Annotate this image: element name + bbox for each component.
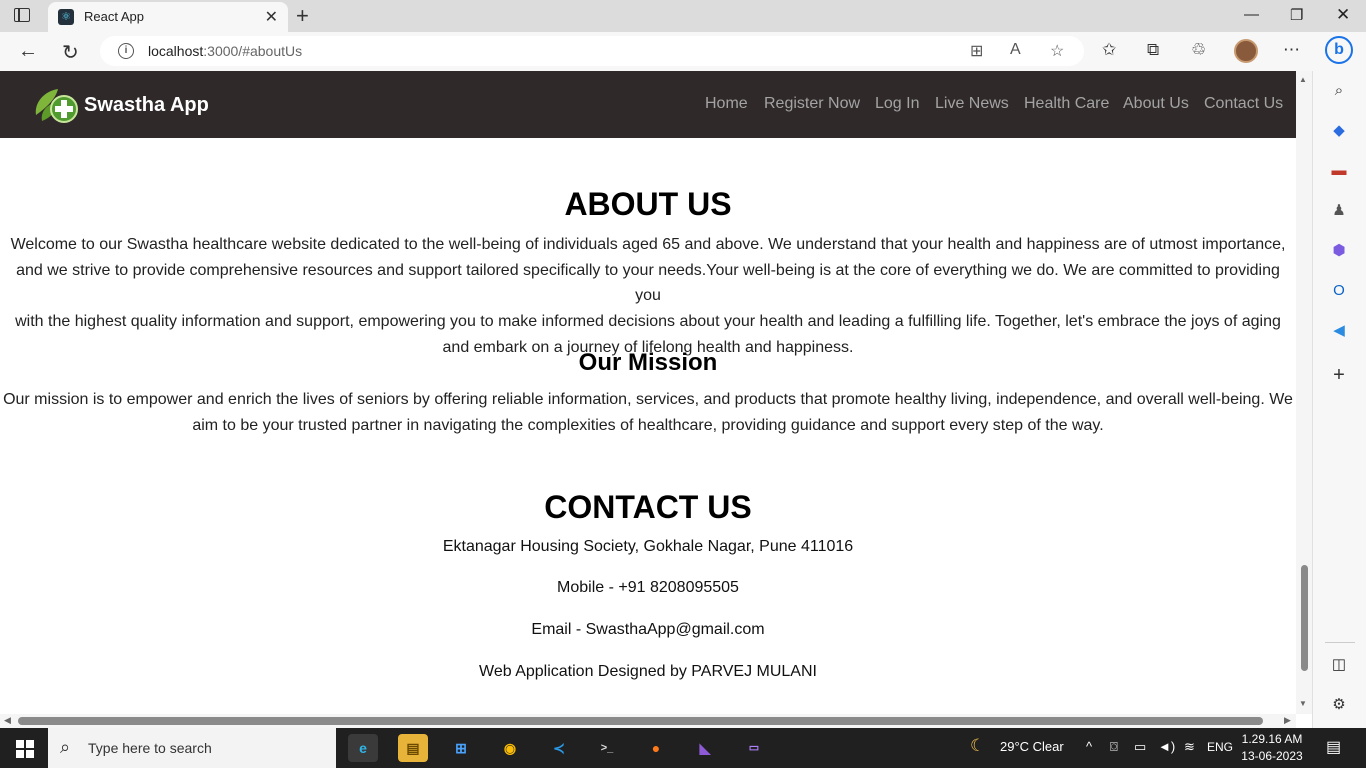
clock-date: 13-06-2023	[1241, 749, 1303, 763]
mission-title: Our Mission	[578, 349, 718, 376]
firefox-icon[interactable]: ●	[641, 734, 671, 762]
nav-about-us[interactable]: About Us	[1123, 95, 1189, 113]
scroll-left-icon[interactable]: ◀	[4, 715, 11, 726]
page-viewport: Swastha App Home Register Now Log In Liv…	[0, 71, 1296, 714]
taskbar-clock[interactable]: 1.29.16 AM 13-06-2023	[1240, 731, 1304, 765]
edge-app-icon[interactable]: e	[348, 734, 378, 762]
drop-icon[interactable]: ◀	[1329, 321, 1349, 341]
extensions-icon[interactable]: ♲	[1191, 40, 1206, 60]
about-line: Welcome to our Swastha healthcare websit…	[10, 236, 1286, 253]
visual-studio-icon[interactable]: ◣	[690, 734, 720, 762]
chrome-icon[interactable]: ◉	[495, 734, 525, 762]
speaker-icon[interactable]: ◄)	[1158, 739, 1175, 754]
office-icon[interactable]: ⬢	[1329, 241, 1349, 261]
games-icon[interactable]: ♟	[1329, 201, 1349, 221]
app-available-icon[interactable]: ⊞	[970, 41, 983, 61]
windows-taskbar: ⌕ Type here to search e ▤ ⊞ ◉ ≺ >_ ● ◣ ▭…	[0, 728, 1366, 768]
about-line: with the highest quality information and…	[15, 313, 1281, 331]
scroll-up-icon[interactable]: ▲	[1299, 75, 1307, 84]
refresh-icon[interactable]: ↻	[62, 40, 79, 65]
shopping-tag-icon[interactable]: ◆	[1329, 121, 1349, 141]
contact-mobile: Mobile - +91 8208095505	[557, 579, 739, 596]
browser-tab-strip: ⚛ React App ✕ + — ❐ ✕	[0, 0, 1366, 32]
battery-icon[interactable]: ▭	[1134, 739, 1146, 755]
edge-sidebar: ⌕ ◆ ▬ ♟ ⬢ O ◀ + ◫ ⚙	[1312, 71, 1366, 728]
nav-contact-us[interactable]: Contact Us	[1204, 95, 1283, 113]
weather-moon-icon: ☾	[970, 736, 986, 755]
close-window-icon[interactable]: ✕	[1336, 5, 1350, 25]
minimize-icon[interactable]: —	[1244, 6, 1259, 23]
file-explorer-icon[interactable]: ▤	[398, 734, 428, 762]
clock-time: 1.29.16 AM	[1241, 732, 1303, 746]
favorites-icon[interactable]: ✩	[1102, 40, 1116, 60]
horizontal-scroll-thumb[interactable]	[18, 717, 1263, 725]
vertical-scroll-thumb[interactable]	[1301, 565, 1308, 671]
contact-address: Ektanagar Housing Society, Gokhale Nagar…	[442, 538, 854, 555]
network-device-icon[interactable]: ⌼	[1110, 739, 1118, 755]
horizontal-scrollbar[interactable]: ◀ ▶	[0, 714, 1296, 728]
language-indicator[interactable]: ENG	[1207, 740, 1233, 754]
react-icon: ⚛	[58, 9, 74, 25]
search-icon[interactable]: ⌕	[1329, 81, 1349, 101]
sidebar-divider	[1325, 642, 1355, 643]
tab-title: React App	[84, 9, 144, 24]
nav-live-news[interactable]: Live News	[935, 95, 1009, 113]
mission-line: Our mission is to empower and enrich the…	[3, 391, 1293, 408]
hide-sidebar-icon[interactable]: ◫	[1329, 655, 1349, 675]
profile-avatar[interactable]	[1234, 39, 1258, 63]
address-bar-row: ← ↻ i localhost:3000/#aboutUs ⊞ A ☆	[0, 32, 1366, 71]
mission-paragraph: Our mission is to empower and enrich the…	[0, 387, 1296, 438]
notification-icon[interactable]: ▤	[1326, 737, 1341, 757]
nav-home[interactable]: Home	[705, 95, 748, 113]
collections-icon[interactable]: ⧉	[1147, 40, 1159, 60]
windows-start-icon[interactable]	[16, 740, 34, 758]
taskbar-search[interactable]: ⌕ Type here to search	[48, 728, 336, 768]
browser-tab[interactable]: ⚛ React App ✕	[48, 2, 288, 32]
more-options-icon[interactable]: ⋯	[1283, 40, 1300, 60]
favorite-star-icon[interactable]: ☆	[1050, 41, 1064, 61]
terminal-icon[interactable]: >_	[592, 734, 622, 762]
add-icon[interactable]: +	[1329, 365, 1349, 385]
contact-email: Email - SwasthaApp@gmail.com	[531, 621, 765, 638]
read-aloud-icon[interactable]: A	[1010, 41, 1021, 59]
wifi-icon[interactable]: ≋	[1184, 739, 1195, 755]
new-tab-icon[interactable]: +	[296, 3, 309, 29]
mission-line: aim to be your trusted partner in naviga…	[192, 416, 1104, 434]
site-navbar: Swastha App Home Register Now Log In Liv…	[0, 71, 1296, 138]
url-field[interactable]: i localhost:3000/#aboutUs ⊞ A ☆	[100, 36, 1084, 66]
vscode-icon[interactable]: ≺	[544, 734, 574, 762]
brand-name[interactable]: Swastha App	[84, 94, 209, 117]
tools-icon[interactable]: ▬	[1329, 161, 1349, 181]
url-text: localhost:3000/#aboutUs	[148, 43, 303, 59]
info-icon[interactable]: i	[118, 43, 134, 59]
tab-actions-icon[interactable]	[14, 8, 30, 22]
outlook-icon[interactable]: O	[1329, 281, 1349, 301]
about-line: and we strive to provide comprehensive r…	[16, 261, 1280, 305]
contact-title: CONTACT US	[544, 489, 752, 525]
about-paragraph: Welcome to our Swastha healthcare websit…	[0, 232, 1296, 361]
nav-register-now[interactable]: Register Now	[764, 95, 860, 113]
scroll-right-icon[interactable]: ▶	[1284, 715, 1291, 726]
bing-icon[interactable]: b	[1325, 36, 1353, 64]
close-tab-icon[interactable]: ✕	[265, 7, 278, 27]
weather-text[interactable]: 29°C Clear	[1000, 739, 1064, 754]
nav-health-care[interactable]: Health Care	[1024, 95, 1109, 113]
tray-chevron-up-icon[interactable]: ^	[1086, 739, 1092, 754]
settings-gear-icon[interactable]: ⚙	[1329, 695, 1349, 715]
search-icon: ⌕	[60, 737, 71, 757]
store-icon[interactable]: ⊞	[446, 734, 476, 762]
restore-icon[interactable]: ❐	[1290, 6, 1303, 24]
vertical-scrollbar[interactable]: ▲ ▼	[1296, 71, 1312, 714]
back-icon[interactable]: ←	[18, 40, 38, 63]
swastha-logo-icon	[35, 89, 78, 123]
designer-credit: Web Application Designed by PARVEJ MULAN…	[479, 663, 817, 680]
console-app-icon[interactable]: ▭	[739, 734, 769, 762]
nav-log-in[interactable]: Log In	[875, 95, 919, 113]
taskbar-search-placeholder: Type here to search	[88, 740, 212, 756]
scroll-down-icon[interactable]: ▼	[1299, 699, 1307, 708]
about-title: ABOUT US	[564, 186, 732, 222]
